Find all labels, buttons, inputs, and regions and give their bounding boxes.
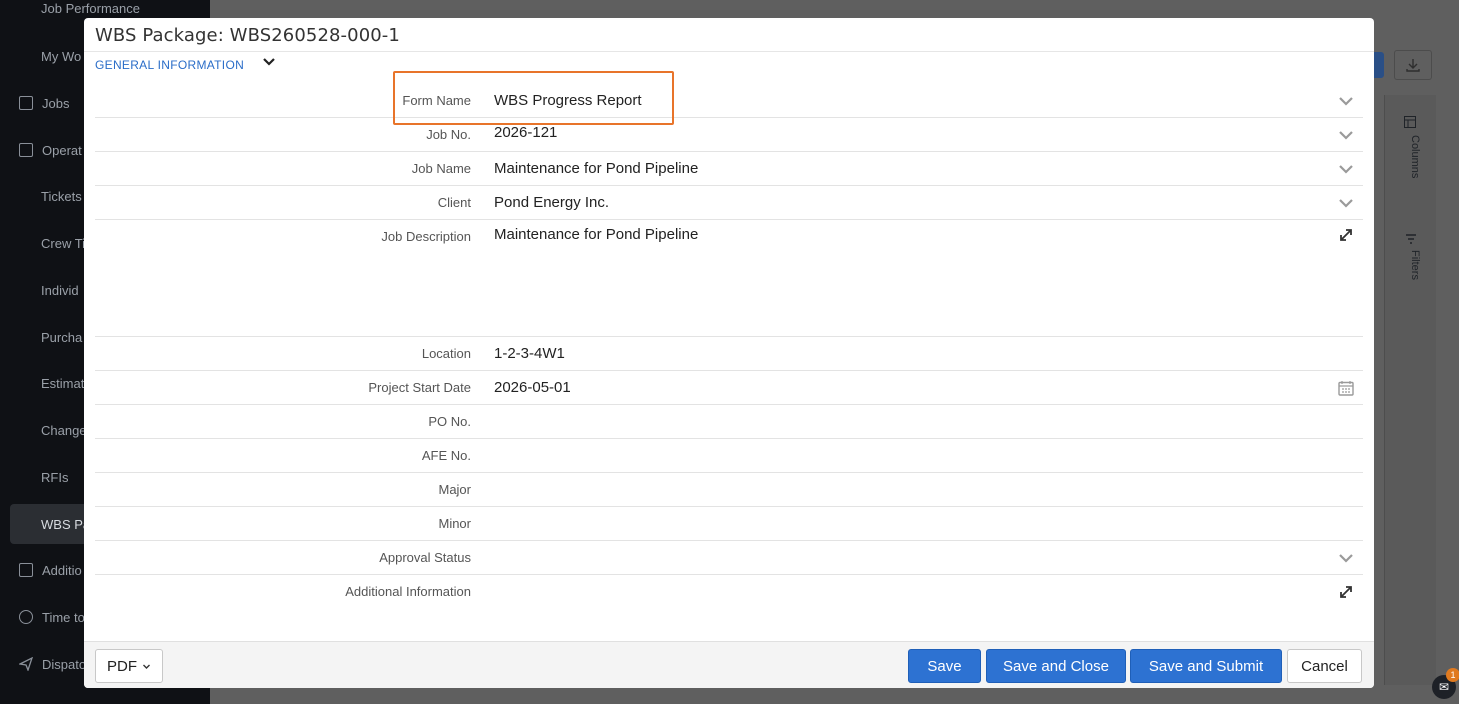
save-and-close-button[interactable]: Save and Close xyxy=(986,649,1126,683)
chevron-down-icon[interactable] xyxy=(1337,194,1355,212)
field-client[interactable]: Client Pond Energy Inc. xyxy=(95,186,1363,220)
nav-item-label: Estimat xyxy=(41,375,85,391)
section-general-information[interactable]: GENERAL INFORMATION xyxy=(95,58,244,72)
nav-item-label: WBS Pa xyxy=(41,516,91,532)
nav-item-label: Time to xyxy=(42,609,85,625)
modal-title: WBS Package: WBS260528-000-1 xyxy=(95,25,400,46)
field-label: Job Name xyxy=(411,161,471,176)
copy-icon xyxy=(19,563,33,577)
chevron-down-icon[interactable] xyxy=(1337,549,1355,567)
download-button[interactable] xyxy=(1394,50,1432,80)
job-no-value[interactable]: 2026-121 xyxy=(494,118,557,151)
save-and-submit-button[interactable]: Save and Submit xyxy=(1130,649,1282,683)
pdf-label: PDF xyxy=(107,657,137,675)
field-label: Job No. xyxy=(426,127,471,142)
chevron-down-icon xyxy=(143,664,150,669)
nav-item-label: Tickets xyxy=(41,188,82,204)
field-major[interactable]: Major xyxy=(95,473,1363,507)
field-label: Additional Information xyxy=(345,584,471,599)
nav-item-label: Individ xyxy=(41,282,79,298)
nav-item-label: Operat xyxy=(42,142,82,158)
field-label: Location xyxy=(421,346,471,361)
location-value[interactable]: 1-2-3-4W1 xyxy=(494,337,565,370)
chevron-down-icon[interactable] xyxy=(1337,160,1355,178)
field-label: PO No. xyxy=(428,414,471,429)
field-label: Project Start Date xyxy=(368,380,471,395)
modal-header: WBS Package: WBS260528-000-1 xyxy=(84,18,1374,52)
project-start-date-value[interactable]: 2026-05-01 xyxy=(494,371,571,404)
nav-item-label: Dispato xyxy=(42,656,87,672)
clipboard-icon xyxy=(19,143,33,157)
calendar-icon[interactable] xyxy=(1337,379,1355,397)
chat-icon: ✉ xyxy=(1438,680,1450,694)
chevron-down-icon[interactable] xyxy=(259,54,279,72)
nav-item-label: Change xyxy=(41,422,87,438)
field-label: Job Description xyxy=(381,229,471,244)
field-label: AFE No. xyxy=(421,448,471,463)
field-label: Major xyxy=(438,482,471,497)
download-icon xyxy=(1406,59,1420,72)
save-button[interactable]: Save xyxy=(908,649,981,683)
client-value[interactable]: Pond Energy Inc. xyxy=(494,186,609,219)
filter-icon xyxy=(1406,234,1416,244)
field-po-no[interactable]: PO No. xyxy=(95,405,1363,439)
columns-tab[interactable]: Columns xyxy=(1409,135,1421,178)
field-label: Minor xyxy=(438,516,471,531)
nav-item-label: Jobs xyxy=(42,95,70,111)
nav-item-label: Crew Ti xyxy=(41,235,86,251)
field-label: Client xyxy=(437,195,471,210)
field-job-description[interactable]: Job Description Maintenance for Pond Pip… xyxy=(95,220,1363,337)
nav-item-label: My Wo xyxy=(41,48,82,64)
field-location[interactable]: Location 1-2-3-4W1 xyxy=(95,337,1363,371)
pdf-dropdown-button[interactable]: PDF xyxy=(95,649,163,683)
expand-icon[interactable] xyxy=(1337,226,1355,244)
expand-icon[interactable] xyxy=(1337,583,1355,601)
field-project-start-date[interactable]: Project Start Date 2026-05-01 xyxy=(95,371,1363,405)
job-name-value[interactable]: Maintenance for Pond Pipeline xyxy=(494,152,698,185)
chevron-down-icon[interactable] xyxy=(1337,126,1355,144)
field-label: Form Name xyxy=(402,93,471,108)
chat-badge: 1 xyxy=(1446,668,1459,682)
field-label: Approval Status xyxy=(379,550,471,565)
job-description-value[interactable]: Maintenance for Pond Pipeline xyxy=(494,220,698,253)
folder-icon xyxy=(19,96,33,110)
field-afe-no[interactable]: AFE No. xyxy=(95,439,1363,473)
chevron-down-icon[interactable] xyxy=(1337,92,1355,110)
cancel-button[interactable]: Cancel xyxy=(1287,649,1362,683)
form-name-value[interactable]: WBS Progress Report xyxy=(494,84,642,117)
wbs-package-modal: WBS Package: WBS260528-000-1 GENERAL INF… xyxy=(84,18,1374,688)
clock-icon xyxy=(19,610,33,624)
nav-item-label: Job Performance xyxy=(41,0,140,16)
nav-item-label: Additio xyxy=(42,562,82,578)
field-minor[interactable]: Minor xyxy=(95,507,1363,541)
grid-side-panel: Columns Filters xyxy=(1384,95,1436,685)
send-icon xyxy=(17,656,34,672)
field-approval-status[interactable]: Approval Status xyxy=(95,541,1363,575)
field-form-name[interactable]: Form Name WBS Progress Report xyxy=(95,84,1363,118)
modal-footer: PDF Save Save and Close Save and Submit … xyxy=(84,641,1374,688)
nav-item-label: Purcha xyxy=(41,329,83,345)
nav-item-label: RFIs xyxy=(41,469,69,485)
field-additional-information[interactable]: Additional Information xyxy=(95,575,1363,609)
field-job-no[interactable]: Job No. 2026-121 xyxy=(95,118,1363,152)
filters-tab[interactable]: Filters xyxy=(1409,250,1421,280)
field-job-name[interactable]: Job Name Maintenance for Pond Pipeline xyxy=(95,152,1363,186)
columns-icon xyxy=(1404,116,1416,128)
